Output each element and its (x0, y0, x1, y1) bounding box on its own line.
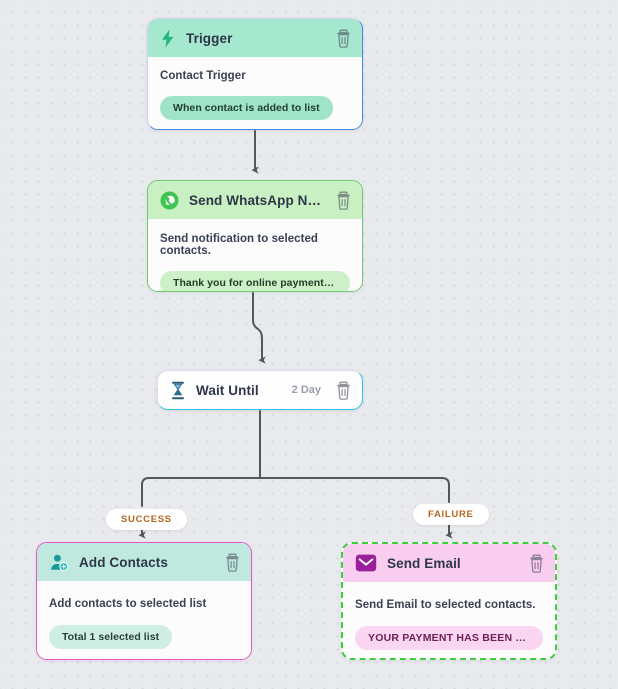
node-send-email-description: Send Email to selected contacts. (355, 599, 536, 611)
delete-icon[interactable] (224, 553, 241, 572)
node-send-email-title: Send Email (387, 555, 461, 571)
workflow-canvas[interactable]: Trigger Contact Trigger When contact is … (0, 0, 618, 689)
node-trigger-header: Trigger (148, 19, 362, 57)
node-add-contacts-header: Add Contacts (37, 543, 251, 581)
node-send-email[interactable]: Send Email Send Email to selected contac… (341, 542, 557, 660)
node-wait-until[interactable]: Wait Until 2 Day (157, 370, 363, 410)
delete-icon[interactable] (335, 191, 352, 210)
connector-split-to-failure (259, 477, 450, 503)
delete-icon[interactable] (335, 381, 352, 400)
node-trigger[interactable]: Trigger Contact Trigger When contact is … (147, 18, 363, 130)
connector-split-to-success (141, 477, 261, 507)
node-whatsapp-header: Send WhatsApp Notific... (148, 181, 362, 219)
node-whatsapp-body: Send notification to selected contacts. … (148, 219, 362, 291)
node-add-contacts-body: Add contacts to selected list Total 1 se… (37, 581, 251, 659)
node-wait-title: Wait Until (196, 382, 259, 398)
node-trigger-body: Contact Trigger When contact is added to… (148, 57, 362, 129)
whatsapp-icon (160, 191, 179, 210)
node-whatsapp-message-pill[interactable]: Thank you for online payment of 200 22..… (160, 271, 350, 291)
branch-label-success: SUCCESS (106, 509, 187, 530)
delete-icon[interactable] (528, 554, 545, 573)
envelope-icon (355, 553, 377, 573)
connector-whatsapp-to-wait (252, 292, 266, 364)
node-add-contacts-list-pill[interactable]: Total 1 selected list (49, 625, 173, 649)
node-send-email-header: Send Email (343, 544, 555, 582)
lightning-bolt-icon (160, 29, 176, 48)
node-add-contacts-description: Add contacts to selected list (49, 598, 207, 610)
node-whatsapp-title: Send WhatsApp Notific... (189, 192, 325, 208)
node-add-contacts-title: Add Contacts (79, 554, 168, 570)
add-user-icon (49, 553, 69, 572)
node-whatsapp-description: Send notification to selected contacts. (160, 233, 318, 257)
node-trigger-description: Contact Trigger (160, 70, 246, 82)
wait-duration-value: 2 Day (291, 384, 321, 396)
delete-icon[interactable] (335, 29, 352, 48)
node-send-email-body: Send Email to selected contacts. YOUR PA… (343, 582, 555, 658)
branch-label-failure: FAILURE (413, 504, 489, 525)
node-send-whatsapp-notification[interactable]: Send WhatsApp Notific... Send notificati… (147, 180, 363, 292)
node-send-email-message-pill[interactable]: YOUR PAYMENT HAS BEEN RECEIVED! (355, 626, 543, 650)
node-wait-header: Wait Until 2 Day (158, 371, 362, 409)
hourglass-icon (170, 381, 186, 400)
node-add-contacts[interactable]: Add Contacts Add contacts to selected li… (36, 542, 252, 660)
node-trigger-condition-pill[interactable]: When contact is added to list (160, 96, 333, 120)
node-trigger-title: Trigger (186, 30, 233, 46)
